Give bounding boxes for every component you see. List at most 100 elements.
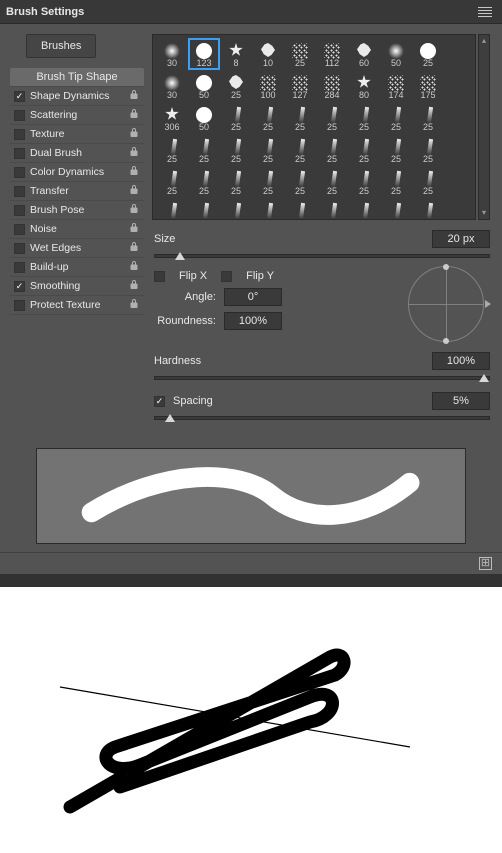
brush-thumb[interactable]: 25 <box>317 135 347 165</box>
lock-icon[interactable] <box>128 146 140 161</box>
lock-icon[interactable] <box>128 165 140 180</box>
brush-thumb[interactable]: 112 <box>317 39 347 69</box>
lock-icon[interactable] <box>128 127 140 142</box>
option-checkbox[interactable] <box>14 148 25 159</box>
brush-thumb[interactable]: 10 <box>253 39 283 69</box>
option-checkbox[interactable] <box>14 205 25 216</box>
brush-thumb[interactable]: 60 <box>349 39 379 69</box>
angle-input[interactable]: 0° <box>224 288 282 306</box>
lock-icon[interactable] <box>128 298 140 313</box>
lock-icon[interactable] <box>128 108 140 123</box>
flip-y-checkbox[interactable] <box>221 271 232 282</box>
brush-thumb[interactable]: 25 <box>253 167 283 197</box>
brush-thumb[interactable]: 30 <box>157 39 187 69</box>
spacing-slider[interactable] <box>154 416 490 420</box>
brush-thumbnail-grid[interactable]: 3012381025112605025305025100127284801741… <box>152 34 476 220</box>
brush-thumb[interactable]: 25 <box>253 103 283 133</box>
brush-thumb[interactable]: 8 <box>221 39 251 69</box>
option-checkbox[interactable] <box>14 243 25 254</box>
option-row-noise[interactable]: Noise <box>10 220 144 239</box>
brush-thumb[interactable]: 25 <box>413 103 443 133</box>
angle-dial[interactable] <box>408 266 484 342</box>
hardness-slider[interactable] <box>154 376 490 380</box>
brush-thumb[interactable]: 25 <box>413 199 443 220</box>
brush-thumb[interactable]: 25 <box>381 135 411 165</box>
size-slider[interactable] <box>154 254 490 258</box>
scroll-down-icon[interactable]: ▾ <box>479 207 489 219</box>
spacing-input[interactable]: 5% <box>432 392 490 410</box>
brush-thumb[interactable]: 80 <box>349 71 379 101</box>
brushes-button[interactable]: Brushes <box>26 34 96 58</box>
brush-tip-shape-header[interactable]: Brush Tip Shape <box>10 68 144 87</box>
brush-thumb[interactable]: 50 <box>189 103 219 133</box>
resize-grip[interactable] <box>0 574 502 587</box>
brush-thumb[interactable]: 25 <box>253 135 283 165</box>
lock-icon[interactable] <box>128 184 140 199</box>
brush-thumb[interactable]: 25 <box>285 39 315 69</box>
brush-thumb[interactable]: 25 <box>221 135 251 165</box>
brush-thumb[interactable]: 25 <box>221 71 251 101</box>
option-checkbox[interactable] <box>14 281 25 292</box>
brush-thumb[interactable]: 25 <box>189 167 219 197</box>
brush-thumb[interactable]: 25 <box>413 135 443 165</box>
brush-thumb[interactable]: 25 <box>381 199 411 220</box>
option-row-color-dynamics[interactable]: Color Dynamics <box>10 163 144 182</box>
brush-thumb[interactable]: 25 <box>189 199 219 220</box>
option-row-dual-brush[interactable]: Dual Brush <box>10 144 144 163</box>
brush-thumb[interactable]: 25 <box>189 135 219 165</box>
brush-thumb[interactable]: 100 <box>253 71 283 101</box>
roundness-input[interactable]: 100% <box>224 312 282 330</box>
brush-thumb[interactable]: 25 <box>221 167 251 197</box>
brush-thumb[interactable]: 25 <box>157 167 187 197</box>
brush-thumb[interactable]: 25 <box>349 199 379 220</box>
option-row-wet-edges[interactable]: Wet Edges <box>10 239 144 258</box>
lock-icon[interactable] <box>128 260 140 275</box>
brush-thumb[interactable]: 25 <box>413 167 443 197</box>
lock-icon[interactable] <box>128 222 140 237</box>
option-row-protect-texture[interactable]: Protect Texture <box>10 296 144 315</box>
brush-thumb[interactable]: 50 <box>381 39 411 69</box>
brush-thumb[interactable]: 25 <box>221 103 251 133</box>
brush-thumb[interactable]: 25 <box>157 199 187 220</box>
brush-thumb[interactable]: 25 <box>285 167 315 197</box>
panel-menu-icon[interactable] <box>474 3 496 21</box>
brush-thumb[interactable]: 306 <box>157 103 187 133</box>
hardness-input[interactable]: 100% <box>432 352 490 370</box>
brush-thumb[interactable]: 175 <box>413 71 443 101</box>
brush-thumb[interactable]: 25 <box>285 103 315 133</box>
option-row-shape-dynamics[interactable]: Shape Dynamics <box>10 87 144 106</box>
thumb-scrollbar[interactable]: ▴ ▾ <box>478 34 490 220</box>
lock-icon[interactable] <box>128 89 140 104</box>
brush-thumb[interactable]: 25 <box>253 199 283 220</box>
option-checkbox[interactable] <box>14 167 25 178</box>
brush-thumb[interactable]: 25 <box>349 135 379 165</box>
option-row-smoothing[interactable]: Smoothing <box>10 277 144 296</box>
brush-thumb[interactable]: 174 <box>381 71 411 101</box>
brush-thumb[interactable]: 123 <box>189 39 219 69</box>
option-row-transfer[interactable]: Transfer <box>10 182 144 201</box>
brush-thumb[interactable]: 25 <box>285 199 315 220</box>
brush-thumb[interactable]: 25 <box>413 39 443 69</box>
option-row-brush-pose[interactable]: Brush Pose <box>10 201 144 220</box>
option-checkbox[interactable] <box>14 224 25 235</box>
option-checkbox[interactable] <box>14 91 25 102</box>
brush-thumb[interactable]: 50 <box>189 71 219 101</box>
brush-thumb[interactable]: 25 <box>381 167 411 197</box>
lock-icon[interactable] <box>128 241 140 256</box>
lock-icon[interactable] <box>128 203 140 218</box>
brush-thumb[interactable]: 127 <box>285 71 315 101</box>
option-checkbox[interactable] <box>14 110 25 121</box>
brush-thumb[interactable]: 25 <box>349 167 379 197</box>
brush-thumb[interactable]: 284 <box>317 71 347 101</box>
canvas[interactable] <box>0 587 502 836</box>
brush-thumb[interactable]: 25 <box>285 135 315 165</box>
brush-thumb[interactable]: 25 <box>349 103 379 133</box>
option-checkbox[interactable] <box>14 129 25 140</box>
brush-thumb[interactable]: 25 <box>317 103 347 133</box>
brush-thumb[interactable]: 25 <box>157 135 187 165</box>
option-checkbox[interactable] <box>14 186 25 197</box>
option-row-build-up[interactable]: Build-up <box>10 258 144 277</box>
lock-icon[interactable] <box>128 279 140 294</box>
option-row-texture[interactable]: Texture <box>10 125 144 144</box>
brush-thumb[interactable]: 25 <box>221 199 251 220</box>
